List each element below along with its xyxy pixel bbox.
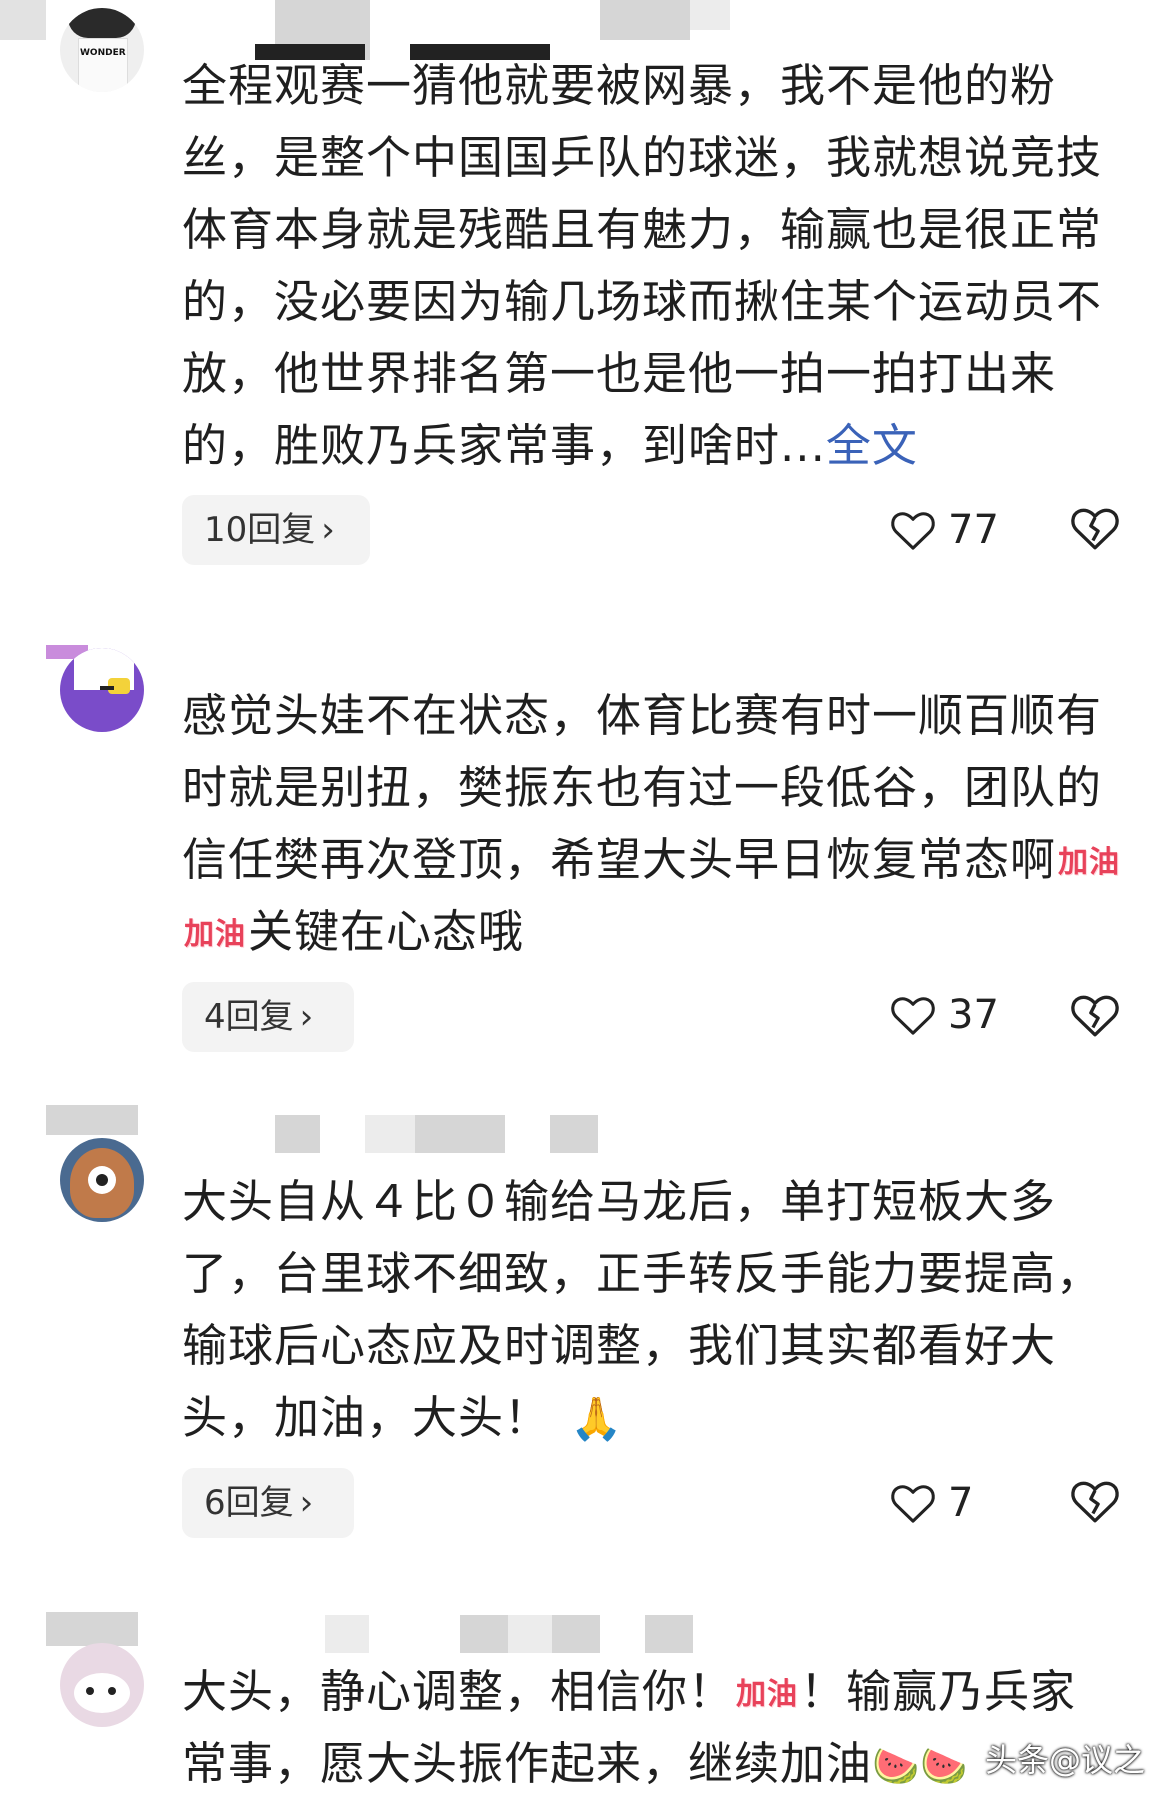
heart-outline-icon bbox=[891, 997, 935, 1035]
like-count: 77 bbox=[948, 507, 999, 553]
avatar-label: WONDER bbox=[80, 48, 126, 58]
username-mosaic bbox=[415, 1115, 505, 1153]
chevron-right-icon: › bbox=[299, 997, 314, 1037]
like-button[interactable]: 37 bbox=[890, 985, 999, 1045]
broken-heart-icon[interactable] bbox=[1070, 1478, 1120, 1524]
pray-emoji: 🙏 bbox=[570, 1394, 624, 1443]
avatar[interactable]: WONDER bbox=[46, 0, 146, 100]
like-button[interactable]: 77 bbox=[890, 500, 999, 560]
avatar[interactable] bbox=[46, 640, 146, 740]
watermelon-emoji: 🍉🍉 bbox=[872, 1744, 969, 1788]
chevron-right-icon: › bbox=[321, 510, 335, 550]
username-mosaic bbox=[552, 1615, 600, 1653]
username-mosaic bbox=[645, 1615, 693, 1653]
like-button[interactable]: 7 bbox=[890, 1473, 973, 1533]
replies-button[interactable]: 4回复 › bbox=[182, 982, 354, 1052]
expand-full-text-link[interactable]: 全文 bbox=[826, 419, 918, 472]
replies-button[interactable]: 10回复 › bbox=[182, 495, 370, 565]
username-mosaic bbox=[325, 1615, 369, 1653]
username-mosaic bbox=[365, 1115, 415, 1153]
avatar[interactable] bbox=[46, 1635, 146, 1735]
heart-outline-icon bbox=[891, 512, 935, 550]
comment-text: 全程观赛一猜他就要被网暴，我不是他的粉丝，是整个中国国乒队的球迷，我就想说竞技体… bbox=[182, 59, 1103, 472]
username-mosaic bbox=[550, 1115, 598, 1153]
username-mosaic bbox=[460, 1615, 508, 1653]
username-mosaic bbox=[600, 0, 690, 40]
cheer-emoji: 加油 bbox=[184, 917, 246, 952]
comment-text: 大头，静心调整，相信你！加油！输赢乃兵家常事，愿大头振作起来，继续加油🍉🍉 bbox=[182, 1665, 1077, 1790]
like-count: 37 bbox=[948, 992, 999, 1038]
username-mosaic bbox=[0, 0, 46, 40]
username-mosaic bbox=[508, 1615, 552, 1653]
avatar[interactable] bbox=[46, 1130, 146, 1230]
comment-text: 大头自从４比０输给马龙后，单打短板大多了，台里球不细致，正手转反手能力要提高，输… bbox=[182, 1175, 1103, 1444]
broken-heart-icon[interactable] bbox=[1070, 505, 1120, 551]
replies-button[interactable]: 6回复 › bbox=[182, 1468, 354, 1538]
watermark: 头条@议之 bbox=[985, 1741, 1146, 1779]
chevron-right-icon: › bbox=[299, 1483, 314, 1523]
comment-text: 感觉头娃不在状态，体育比赛有时一顺百顺有时就是别扭，樊振东也有过一段低谷，团队的… bbox=[182, 689, 1121, 958]
like-count: 7 bbox=[948, 1480, 974, 1526]
cheer-emoji: 加油 bbox=[736, 1677, 799, 1712]
username-mosaic bbox=[690, 0, 730, 30]
username-mosaic bbox=[275, 1115, 320, 1153]
heart-outline-icon bbox=[891, 1485, 935, 1523]
cheer-emoji: 加油 bbox=[1058, 845, 1121, 880]
broken-heart-icon[interactable] bbox=[1070, 992, 1120, 1038]
